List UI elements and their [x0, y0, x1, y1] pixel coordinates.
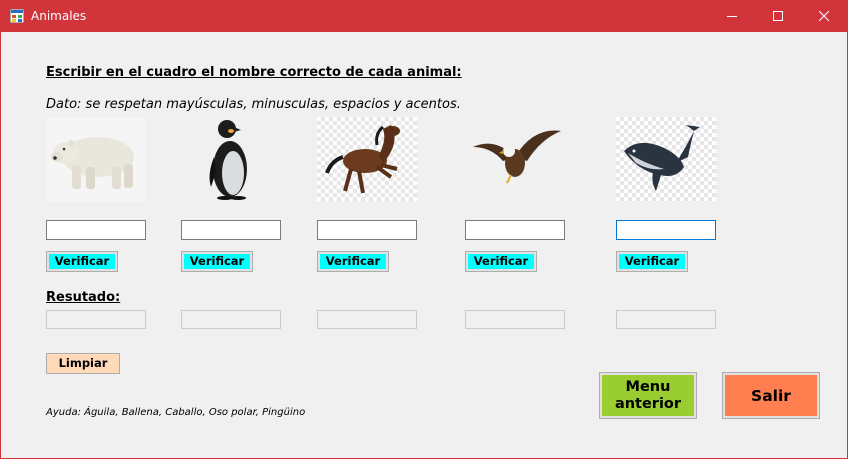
maximize-icon [772, 11, 783, 21]
menu-label-line2: anterior [614, 395, 682, 412]
clear-button[interactable]: Limpiar [46, 353, 120, 374]
help-text: Ayuda: Águila, Ballena, Caballo, Oso pol… [46, 407, 306, 418]
verify-button-4[interactable]: Verificar [465, 251, 537, 272]
answer-input-4[interactable] [465, 220, 565, 240]
exit-button[interactable]: Salir [722, 372, 820, 419]
verify-button-3[interactable]: Verificar [317, 251, 389, 272]
penguin-picture [181, 117, 281, 201]
menu-label-line1: Menu [625, 378, 671, 395]
result-box-1 [46, 310, 146, 329]
result-box-4 [465, 310, 565, 329]
verify-button-label: Verificar [49, 254, 115, 269]
verify-button-2[interactable]: Verificar [181, 251, 253, 272]
answer-input-3[interactable] [317, 220, 417, 240]
answer-input-5[interactable] [616, 220, 716, 240]
main-window: Animales Escribir en el cuadro el nombre… [0, 0, 848, 459]
maximize-button[interactable] [755, 1, 801, 32]
verify-button-label: Verificar [184, 254, 250, 269]
answer-input-1[interactable] [46, 220, 146, 240]
result-label: Resutado: [46, 290, 121, 305]
close-icon [818, 11, 829, 22]
answer-input-2[interactable] [181, 220, 281, 240]
verify-button-1[interactable]: Verificar [46, 251, 118, 272]
verify-button-label: Verificar [468, 254, 534, 269]
polar-bear-picture [46, 117, 146, 201]
eagle-picture [465, 117, 565, 201]
verify-button-label: Verificar [619, 254, 685, 269]
whale-picture [616, 117, 716, 201]
result-box-3 [317, 310, 417, 329]
result-box-5 [616, 310, 716, 329]
instruction-label: Escribir en el cuadro el nombre correcto… [46, 65, 462, 80]
title-bar[interactable]: Animales [1, 1, 847, 32]
previous-menu-label: Menu anterior [602, 375, 694, 416]
verify-button-label: Verificar [320, 254, 386, 269]
close-button[interactable] [801, 1, 847, 32]
horse-picture [317, 117, 417, 201]
minimize-button[interactable] [709, 1, 755, 32]
hint-label: Dato: se respetan mayúsculas, minusculas… [46, 97, 461, 112]
minimize-icon [726, 16, 737, 17]
app-icon [10, 9, 24, 23]
previous-menu-button[interactable]: Menu anterior [599, 372, 697, 419]
window-title: Animales [31, 9, 87, 23]
verify-button-5[interactable]: Verificar [616, 251, 688, 272]
exit-button-label: Salir [725, 375, 817, 416]
result-box-2 [181, 310, 281, 329]
